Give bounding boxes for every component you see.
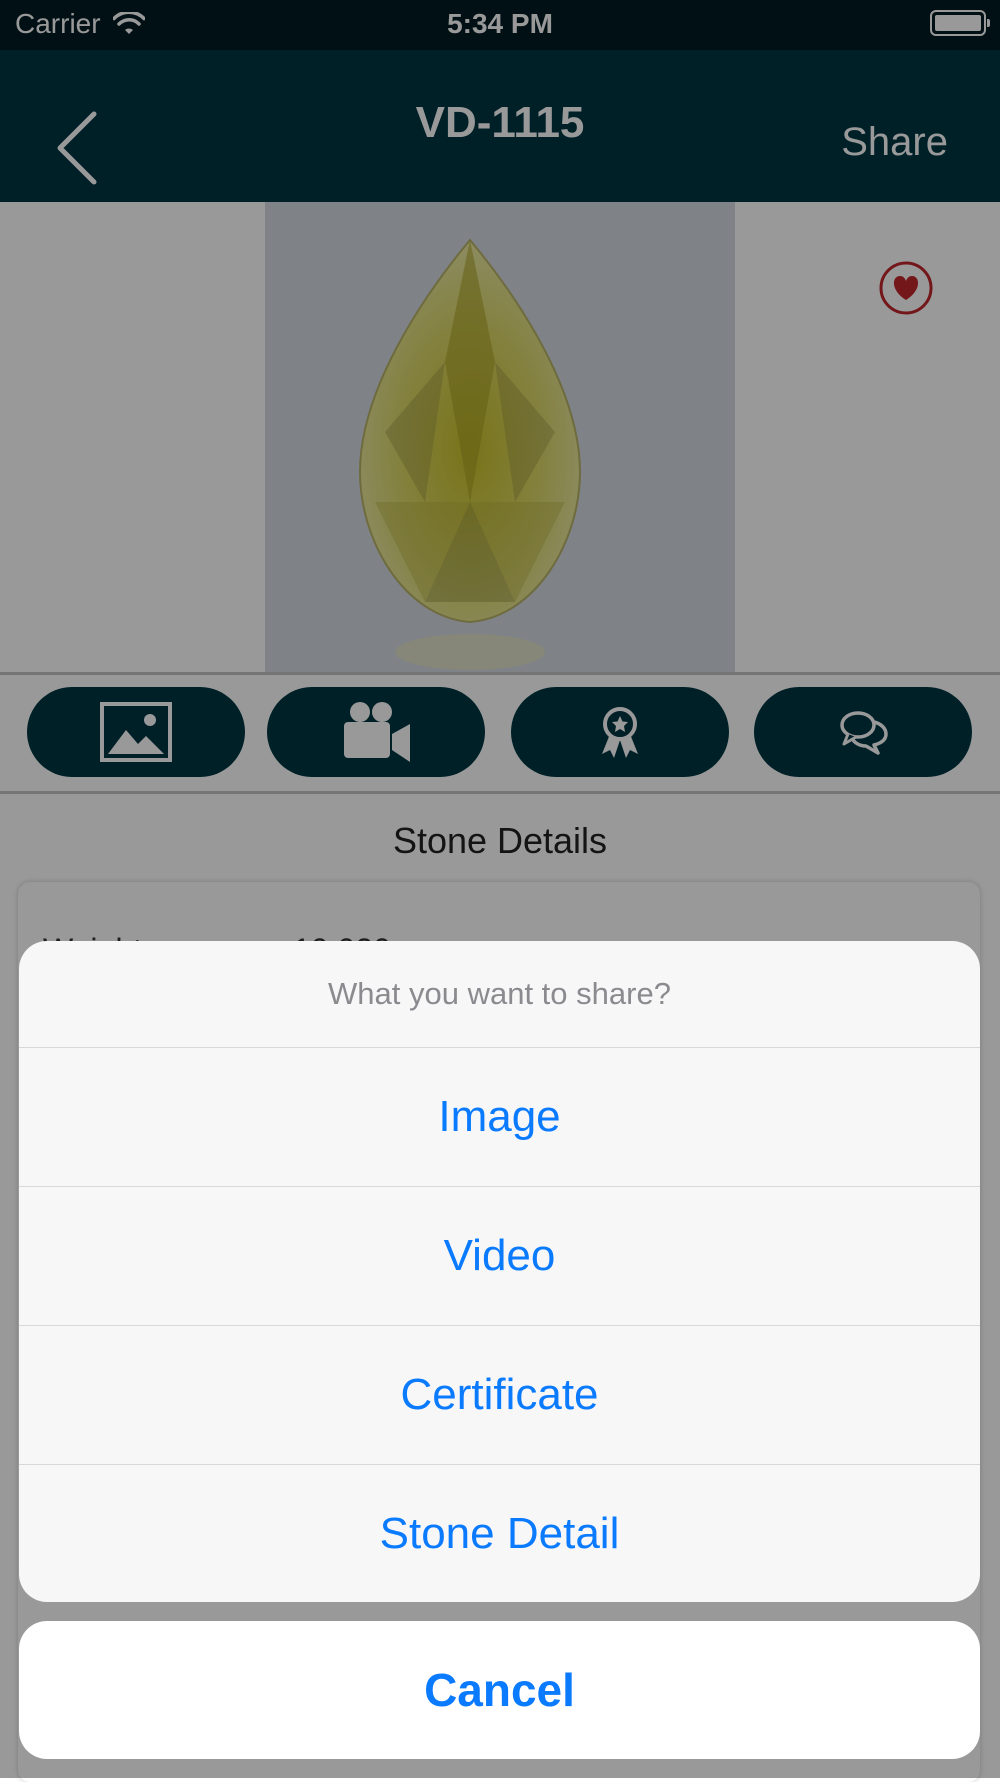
cancel-button[interactable]: Cancel <box>19 1621 980 1759</box>
action-sheet-title: What you want to share? <box>19 941 980 1048</box>
share-option-image[interactable]: Image <box>19 1048 980 1187</box>
share-option-certificate[interactable]: Certificate <box>19 1326 980 1465</box>
share-option-video[interactable]: Video <box>19 1187 980 1326</box>
share-action-sheet: What you want to share? Image Video Cert… <box>19 941 980 1602</box>
share-option-stone-detail[interactable]: Stone Detail <box>19 1465 980 1602</box>
